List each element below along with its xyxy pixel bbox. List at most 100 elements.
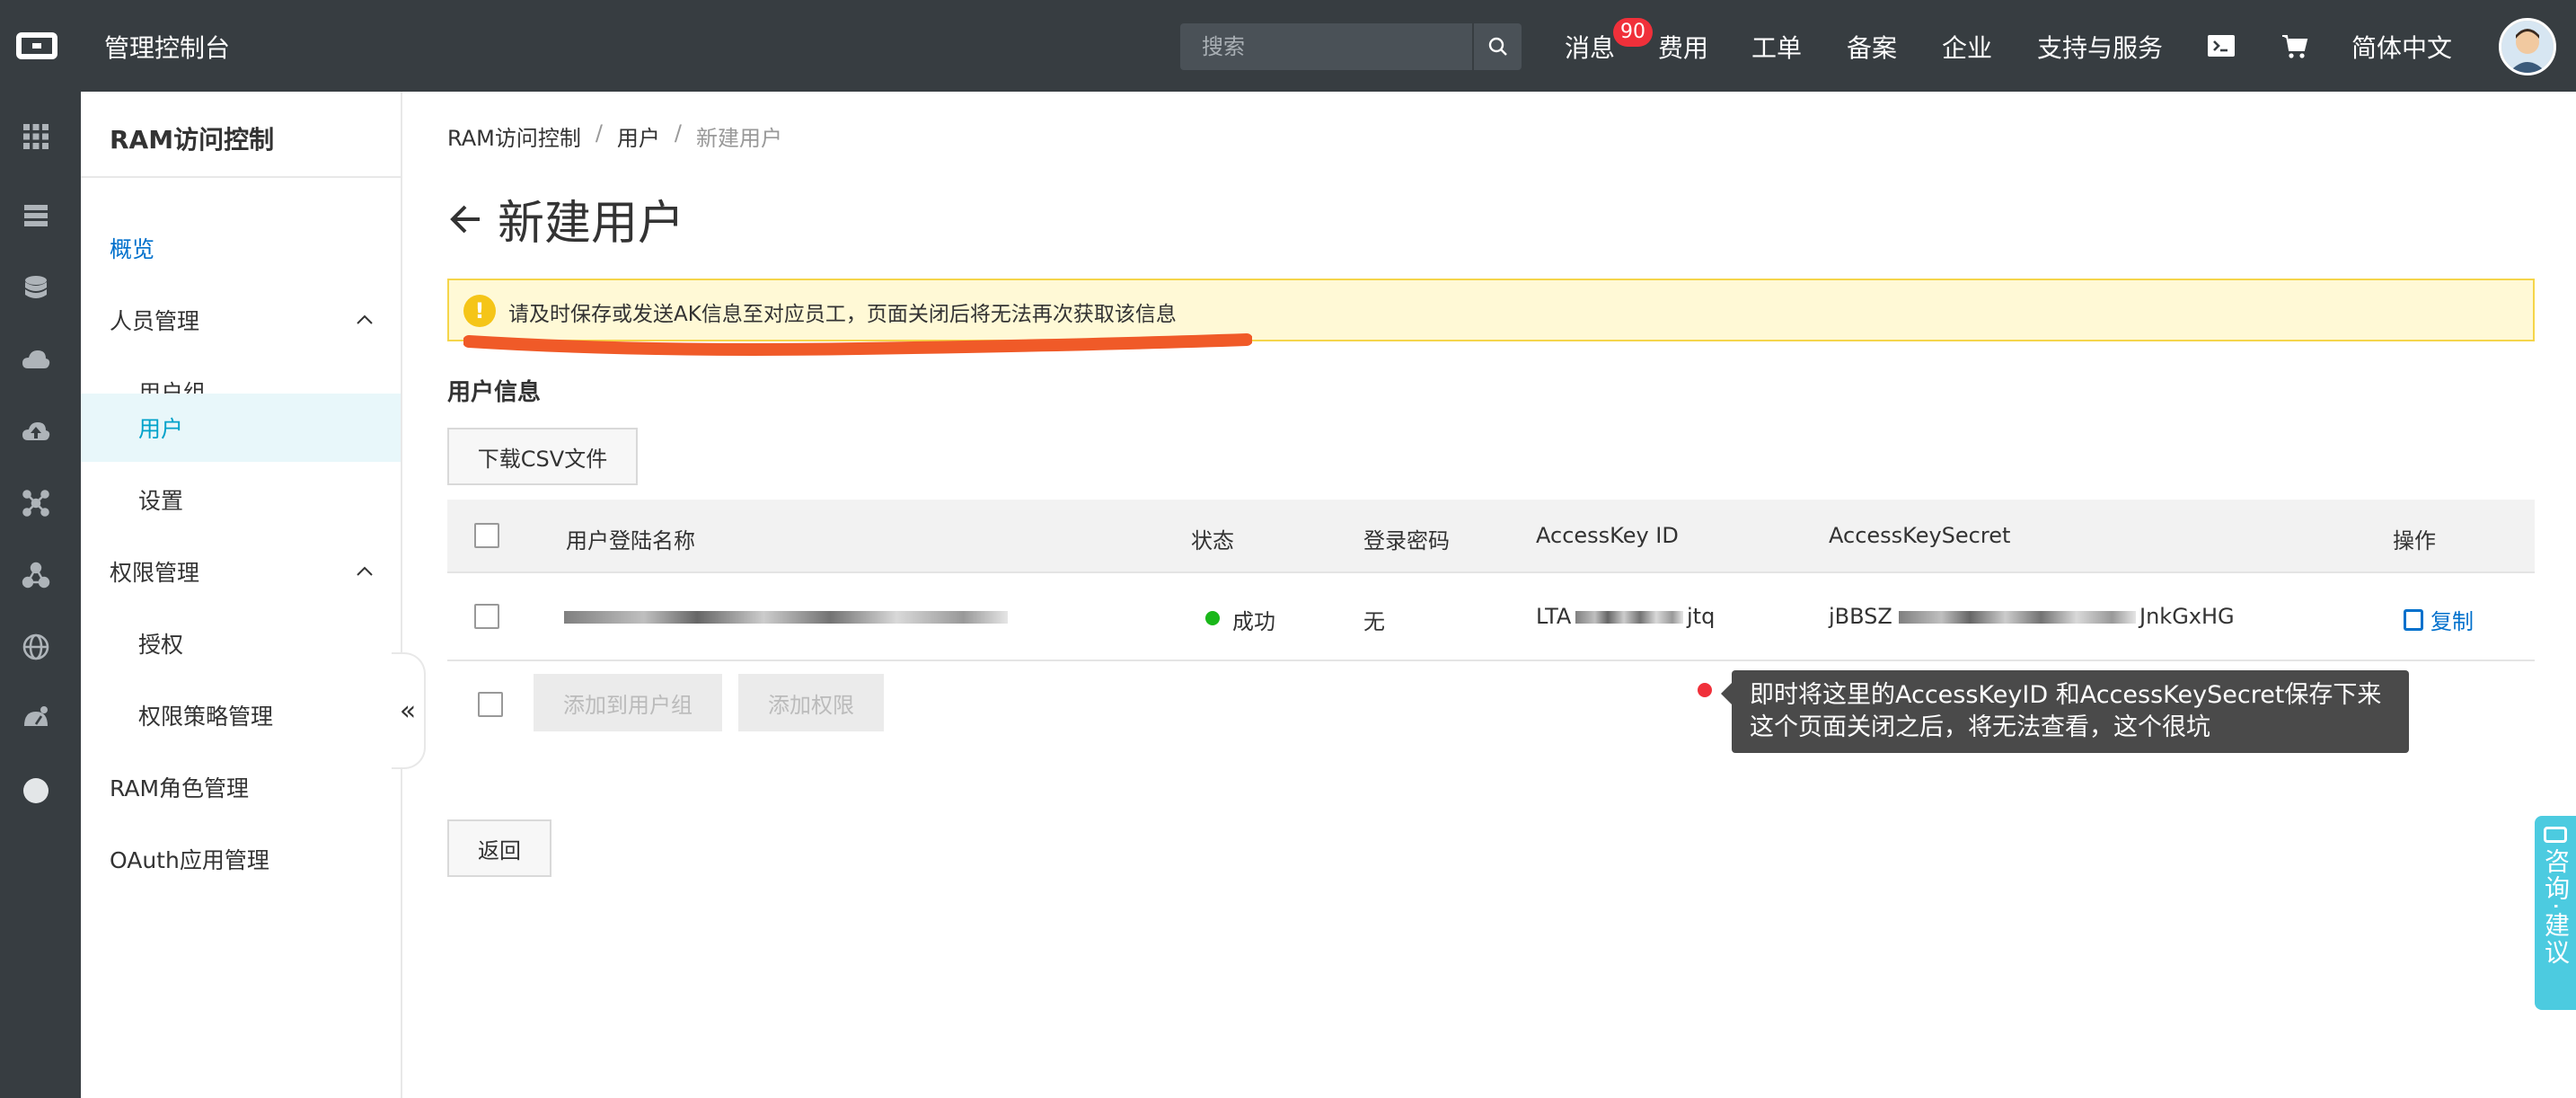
ram-sidebar: RAM访问控制 概览 人员管理 用户组 用户 设置 权限管理 授权 权限策略管理… [81, 92, 402, 1098]
nav-fees[interactable]: 费用 [1658, 29, 1708, 65]
chevron-up-icon [357, 314, 373, 324]
aliyun-logo[interactable] [0, 0, 74, 92]
database-icon[interactable] [20, 271, 52, 304]
server-icon[interactable] [20, 199, 52, 232]
chat-icon [2544, 827, 2567, 843]
redacted-access-key-secret [1899, 611, 2136, 624]
sidebar-item-label: 用户 [138, 416, 184, 442]
circle-icon[interactable] [20, 775, 52, 807]
breadcrumb-users[interactable]: 用户 [617, 120, 660, 152]
sidebar-item-label: 权限策略管理 [138, 704, 274, 730]
return-button[interactable]: 返回 [447, 819, 551, 877]
chevron-up-icon [357, 566, 373, 576]
sidebar-collapse-button[interactable]: « [392, 652, 426, 769]
breadcrumb-separator: / [674, 120, 683, 146]
cloud-icon[interactable] [20, 343, 52, 376]
cluster-icon[interactable] [20, 559, 52, 591]
double-chevron-left-icon: « [399, 695, 417, 727]
terminal-icon[interactable] [2206, 31, 2236, 61]
monitor-gauge-icon[interactable] [20, 703, 52, 735]
cart-icon[interactable] [2280, 31, 2310, 61]
annotation-note: 即时将这里的AccessKeyID 和AccessKeySecret保存下来 这… [1721, 670, 2409, 753]
sidebar-item-label: RAM角色管理 [110, 775, 250, 801]
breadcrumb: RAM访问控制 / 用户 / 新建用户 [447, 120, 782, 152]
annotation-line-2: 这个页面关闭之后，将无法查看，这个很坑 [1750, 713, 2210, 741]
header-access-key-secret: AccessKeySecret [1829, 523, 2011, 548]
sidebar-item-label: 人员管理 [110, 308, 200, 334]
sidebar-title: RAM访问控制 [110, 125, 275, 155]
annotation-line-1: 即时将这里的AccessKeyID 和AccessKeySecret保存下来 [1750, 681, 2382, 709]
search-input[interactable] [1180, 23, 1472, 70]
access-key-id-prefix: LTA [1536, 604, 1572, 629]
password-value: 无 [1363, 609, 1385, 634]
language-switch[interactable]: 简体中文 [2351, 29, 2452, 65]
network-icon[interactable] [20, 487, 52, 519]
search-button[interactable] [1474, 23, 1522, 70]
select-all-checkbox[interactable] [474, 523, 499, 548]
back-arrow-icon[interactable] [447, 201, 483, 237]
breadcrumb-separator: / [595, 120, 603, 146]
sidebar-item-policies[interactable]: 权限策略管理 [81, 681, 401, 749]
sidebar-item-overview[interactable]: 概览 [81, 214, 401, 282]
table-row: 成功 无 LTA jtq jBBSZ JnkGxHG 复制 [447, 573, 2535, 661]
messages-badge: 90 [1613, 18, 1653, 47]
header-login-name: 用户登陆名称 [566, 528, 695, 553]
product-icon-rail [0, 92, 81, 1098]
row-checkbox[interactable] [474, 604, 499, 629]
copy-label: 复制 [2430, 609, 2474, 634]
table-header: 用户登陆名称 状态 登录密码 AccessKey ID AccessKeySec… [447, 500, 2535, 573]
nav-tickets[interactable]: 工单 [1751, 29, 1802, 65]
copy-button[interactable]: 复制 [2404, 604, 2474, 635]
annotation-marker [1698, 683, 1712, 697]
header-access-key-id: AccessKey ID [1536, 523, 1679, 548]
search-box [1180, 23, 1522, 70]
sidebar-group-permissions[interactable]: 权限管理 [81, 537, 401, 606]
annotation-underline [463, 333, 1252, 356]
top-bar: 管理控制台 消息 90 费用 工单 备案 企业 支持与服务 简体中文 [0, 0, 2576, 92]
footer-checkbox[interactable] [478, 692, 503, 717]
sidebar-item-label: 设置 [138, 488, 184, 514]
header-password: 登录密码 [1363, 528, 1450, 553]
sidebar-divider [81, 176, 402, 178]
consult-feedback-button[interactable]: 咨询·建议 [2535, 816, 2576, 1010]
copy-icon [2404, 608, 2423, 631]
sidebar-item-users[interactable]: 用户 [81, 394, 401, 462]
globe-icon[interactable] [20, 631, 52, 663]
sidebar-item-oauth[interactable]: OAuth应用管理 [81, 825, 401, 893]
nav-enterprise[interactable]: 企业 [1942, 29, 1992, 65]
sidebar-group-people[interactable]: 人员管理 [81, 286, 401, 354]
access-key-secret-prefix: jBBSZ [1829, 604, 1892, 629]
section-title: 用户信息 [447, 379, 542, 406]
nav-support[interactable]: 支持与服务 [2037, 29, 2163, 65]
access-key-id-suffix: jtq [1687, 604, 1716, 629]
page-title: 新建用户 [498, 197, 685, 251]
sidebar-item-label: 授权 [138, 632, 184, 658]
download-csv-button[interactable]: 下载CSV文件 [447, 428, 638, 485]
logo-icon [16, 32, 57, 59]
nav-messages[interactable]: 消息 [1565, 29, 1615, 65]
user-avatar-icon [2501, 21, 2554, 73]
header-status: 状态 [1191, 528, 1234, 553]
header-actions: 操作 [2393, 528, 2436, 553]
status-value: 成功 [1232, 609, 1275, 634]
products-grid-icon[interactable] [20, 120, 52, 153]
redacted-access-key-id [1575, 611, 1683, 624]
breadcrumb-ram[interactable]: RAM访问控制 [447, 120, 581, 152]
sidebar-item-label: 概览 [110, 236, 155, 262]
sidebar-item-label: OAuth应用管理 [110, 847, 269, 873]
add-to-group-button[interactable]: 添加到用户组 [534, 674, 722, 731]
breadcrumb-current: 新建用户 [696, 126, 783, 151]
redacted-login-name [564, 611, 1008, 624]
search-icon [1488, 37, 1507, 56]
sidebar-item-roles[interactable]: RAM角色管理 [81, 753, 401, 821]
page-header: 新建用户 [447, 185, 684, 252]
sidebar-item-settings[interactable]: 设置 [81, 465, 401, 534]
add-permission-button[interactable]: 添加权限 [738, 674, 884, 731]
console-title[interactable]: 管理控制台 [104, 29, 230, 65]
nav-filing[interactable]: 备案 [1847, 29, 1897, 65]
sidebar-item-authorization[interactable]: 授权 [81, 609, 401, 677]
avatar[interactable] [2499, 18, 2556, 75]
cloud-upload-icon[interactable] [20, 415, 52, 447]
access-key-secret-suffix: JnkGxHG [2139, 604, 2235, 629]
warning-icon: ! [463, 295, 496, 327]
